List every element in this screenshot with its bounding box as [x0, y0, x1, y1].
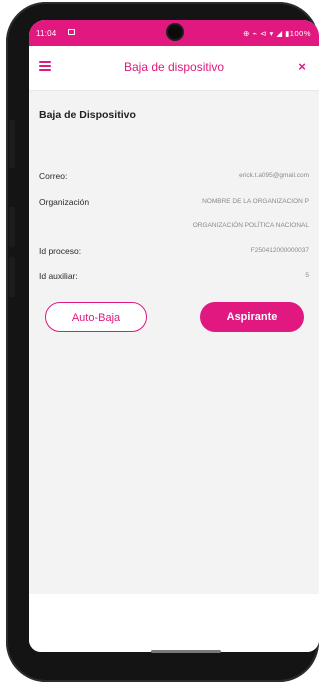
- aux-id-label: Id auxiliar:: [39, 271, 78, 281]
- main-content: Baja de Dispositivo Correo: erick.t.a095…: [29, 91, 319, 611]
- status-icons: ⊕ ⌁ ⊲ ▾ ◢ ▮100%: [243, 29, 311, 38]
- process-id-value: F250412000000037: [250, 247, 309, 254]
- close-icon[interactable]: ×: [293, 58, 311, 76]
- organization-label: Organización: [39, 197, 90, 207]
- email-label: Correo:: [39, 171, 68, 181]
- process-id-label: Id proceso:: [39, 246, 82, 256]
- email-value: erick.t.a095@gmail.com: [239, 172, 309, 179]
- page-title: Baja de dispositivo: [123, 60, 225, 74]
- home-indicator[interactable]: [151, 650, 221, 653]
- aux-id-value: 5: [305, 272, 309, 279]
- system-nav-bar: [29, 630, 319, 660]
- app-bar: Baja de dispositivo ×: [29, 46, 319, 91]
- front-camera: [168, 25, 182, 39]
- organization-value-line2: ORGANIZACIÓN POLÍTICA NACIONAL: [192, 222, 309, 229]
- organization-value: NOMBRE DE LA ORGANIZACION P: [202, 198, 309, 205]
- screen: 11:04 ⊕ ⌁ ⊲ ▾ ◢ ▮100% Baja de dispositiv…: [29, 20, 319, 652]
- notification-icon: [68, 29, 75, 35]
- auto-baja-button[interactable]: Auto-Baja: [45, 302, 147, 332]
- volume-down-button: [9, 257, 15, 297]
- aspirante-button[interactable]: Aspirante: [200, 302, 304, 332]
- status-bar: 11:04 ⊕ ⌁ ⊲ ▾ ◢ ▮100%: [29, 20, 319, 46]
- volume-up-button: [9, 207, 15, 247]
- power-button: [9, 120, 15, 168]
- section-title: Baja de Dispositivo: [39, 109, 136, 121]
- status-time: 11:04: [36, 29, 57, 38]
- hamburger-icon[interactable]: [39, 61, 51, 71]
- phone-frame: 11:04 ⊕ ⌁ ⊲ ▾ ◢ ▮100% Baja de dispositiv…: [6, 2, 319, 682]
